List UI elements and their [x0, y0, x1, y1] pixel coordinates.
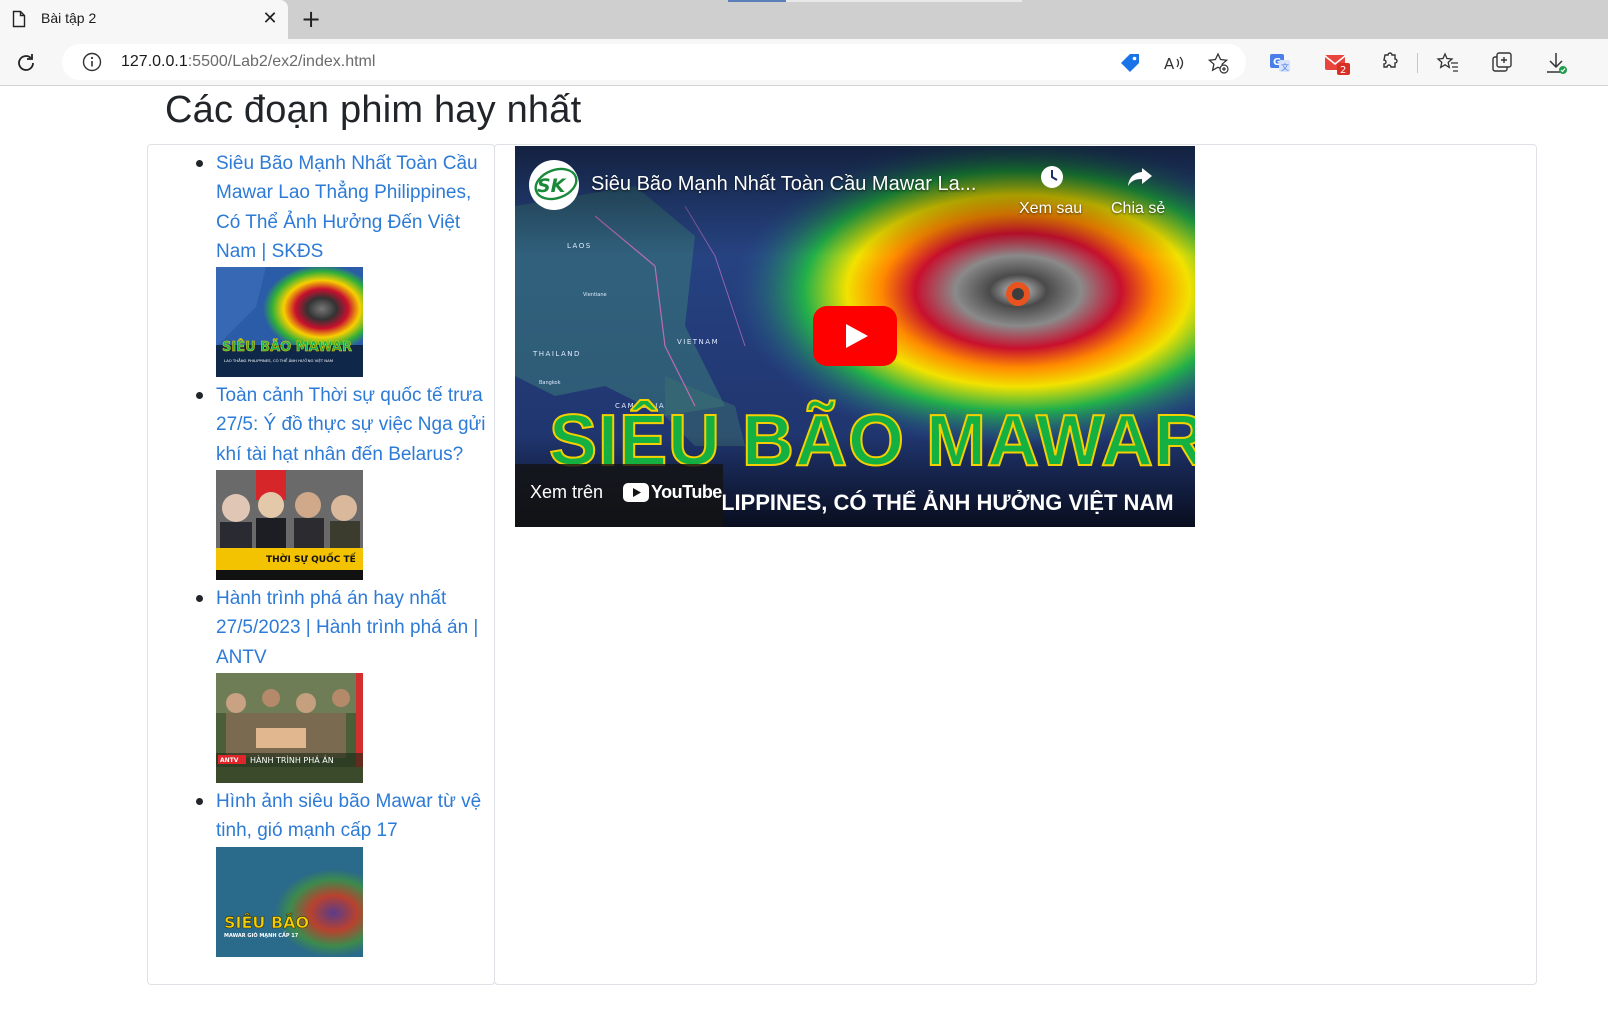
site-info-icon[interactable] — [82, 52, 102, 72]
svg-text:文: 文 — [1281, 62, 1289, 72]
list-bullet — [196, 797, 203, 805]
watch-later-button[interactable]: Xem sau — [1019, 200, 1082, 218]
thumb-title: SIÊU BÃO MAWAR — [222, 339, 352, 355]
thumb-title: HÀNH TRÌNH PHÁ ÁN — [250, 754, 334, 765]
list-item: Hành trình phá án hay nhất 27/5/2023 | H… — [182, 584, 482, 783]
video-link[interactable]: Siêu Bão Mạnh Nhất Toàn Cầu Mawar Lao Th… — [216, 149, 486, 266]
svg-text:A: A — [1164, 55, 1175, 73]
share-button[interactable]: Chia sẻ — [1111, 200, 1165, 218]
player-video-title[interactable]: Siêu Bão Mạnh Nhất Toàn Cầu Mawar La... — [591, 173, 976, 196]
channel-logo-icon: SK — [530, 161, 578, 209]
list-item: Toàn cảnh Thời sự quốc tế trưa 27/5: Ý đ… — [182, 381, 485, 581]
map-label: Vientiane — [583, 292, 607, 298]
tab-strip-accent-secondary — [786, 0, 1022, 2]
video-thumbnail[interactable]: ANTV HÀNH TRÌNH PHÁ ÁN — [216, 672, 363, 783]
add-favorite-icon[interactable] — [1206, 51, 1230, 75]
share-icon[interactable] — [1126, 164, 1154, 190]
reload-icon[interactable] — [14, 51, 38, 75]
video-list-panel: Siêu Bão Mạnh Nhất Toàn Cầu Mawar Lao Th… — [147, 144, 495, 985]
toolbar-separator — [1417, 53, 1418, 73]
channel-logo-text: SK — [537, 175, 567, 197]
video-thumbnail[interactable]: SIÊU BÃO MAWAR LAO THẲNG PHILIPPINES, CÓ… — [216, 267, 363, 378]
address-bar[interactable]: 127.0.0.1:5500/Lab2/ex2/index.html A — [62, 44, 1246, 80]
thumb-title: SIÊU BÃO — [224, 913, 309, 932]
tab-title: Bài tập 2 — [41, 10, 97, 26]
thumb-subtitle: LAO THẲNG PHILIPPINES, CÓ THỂ ẢNH HƯỞNG … — [224, 358, 333, 363]
list-bullet — [196, 160, 203, 167]
play-button[interactable] — [813, 306, 897, 366]
extensions-icon[interactable] — [1376, 51, 1400, 75]
video-thumbnail[interactable]: SIÊU BÃO MAWAR GIÓ MẠNH CẤP 17 — [216, 846, 363, 957]
page-title: Các đoạn phim hay nhất — [165, 89, 582, 131]
url-path: :5500/Lab2/ex2/index.html — [187, 53, 376, 70]
favorites-icon[interactable] — [1436, 51, 1460, 75]
video-subheadline: LIPPINES, CÓ THỂ ẢNH HƯỞNG VIỆT NAM — [721, 490, 1174, 515]
browser-toolbar: 127.0.0.1:5500/Lab2/ex2/index.html A G 文… — [0, 39, 1608, 86]
video-link[interactable]: Hành trình phá án hay nhất 27/5/2023 | H… — [216, 584, 486, 672]
collections-icon[interactable] — [1490, 51, 1514, 75]
url-text[interactable]: 127.0.0.1:5500/Lab2/ex2/index.html — [121, 53, 375, 71]
youtube-player[interactable]: LAOS Vientiane THAILAND Bangkok VIETNAM … — [515, 146, 1195, 527]
mail-badge: 2 — [1340, 65, 1346, 75]
map-label: VIETNAM — [677, 338, 719, 346]
active-tab[interactable]: Bài tập 2 ✕ — [0, 0, 288, 39]
page-content: Các đoạn phim hay nhất Siêu Bão Mạnh Nhấ… — [0, 87, 1608, 1025]
video-link[interactable]: Toàn cảnh Thời sự quốc tế trưa 27/5: Ý đ… — [216, 381, 486, 469]
shopping-tag-icon[interactable] — [1118, 51, 1142, 75]
read-aloud-icon[interactable]: A — [1162, 51, 1186, 75]
mail-icon[interactable]: 2 — [1324, 51, 1352, 75]
thumb-badge: ANTV — [220, 757, 239, 764]
close-tab-icon[interactable]: ✕ — [260, 8, 280, 30]
list-bullet — [196, 595, 203, 603]
new-tab-button[interactable]: + — [298, 6, 324, 32]
youtube-wordmark: YouTube — [651, 482, 722, 502]
list-item: Hình ảnh siêu bão Mawar từ vệ tinh, gió … — [182, 787, 482, 957]
downloads-icon[interactable] — [1544, 51, 1568, 75]
url-host: 127.0.0.1 — [121, 53, 188, 70]
map-label: LAOS — [567, 242, 592, 250]
player-panel: LAOS Vientiane THAILAND Bangkok VIETNAM … — [494, 144, 1537, 985]
map-label: Bangkok — [539, 380, 561, 386]
watch-on-label: Xem trên — [530, 482, 604, 502]
tab-bar: Bài tập 2 ✕ + — [0, 0, 1608, 39]
video-list: Siêu Bão Mạnh Nhất Toàn Cầu Mawar Lao Th… — [182, 149, 485, 961]
clock-icon[interactable] — [1039, 164, 1065, 190]
video-link[interactable]: Hình ảnh siêu bão Mawar từ vệ tinh, gió … — [216, 787, 486, 846]
translate-icon[interactable]: G 文 — [1268, 51, 1292, 75]
video-thumbnail[interactable]: THỜI SỰ QUỐC TẾ — [216, 470, 363, 581]
channel-avatar[interactable]: SK — [529, 160, 579, 210]
watch-on-youtube[interactable]: Xem trên YouTube — [515, 464, 723, 527]
page-icon — [12, 10, 26, 28]
list-bullet — [196, 392, 203, 400]
thumb-subtitle: MAWAR GIÓ MẠNH CẤP 17 — [224, 931, 299, 939]
tab-strip-accent — [728, 0, 786, 2]
map-label: THAILAND — [532, 350, 581, 358]
list-item: Siêu Bão Mạnh Nhất Toàn Cầu Mawar Lao Th… — [182, 149, 482, 378]
youtube-logo-icon — [623, 483, 649, 502]
